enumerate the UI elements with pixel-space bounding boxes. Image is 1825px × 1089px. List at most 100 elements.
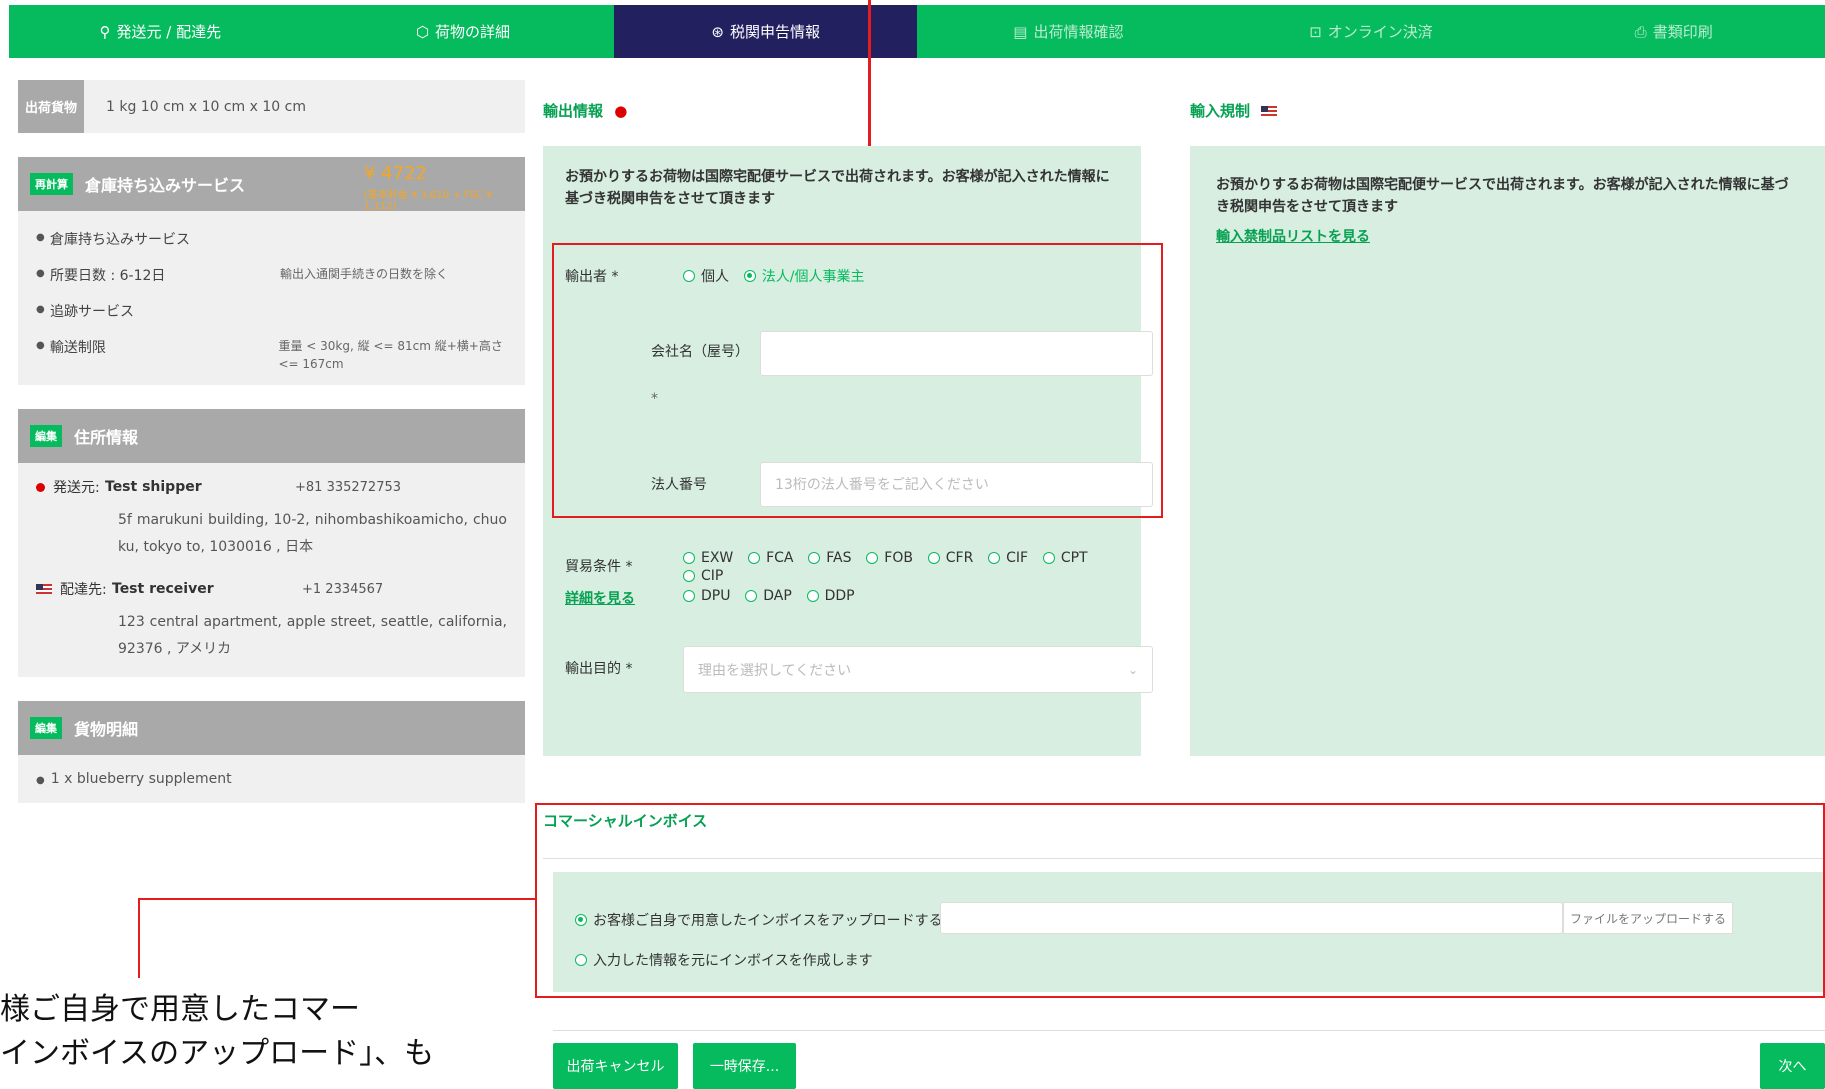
trade-term-dap-radio[interactable]: DAP	[745, 588, 792, 604]
radio-label: CIP	[701, 568, 724, 584]
japan-flag-icon	[36, 482, 45, 492]
trade-term-cif-radio[interactable]: CIF	[988, 550, 1028, 566]
next-button[interactable]: 次へ	[1760, 1043, 1825, 1089]
company-name-input[interactable]	[775, 345, 1138, 362]
address-card: 編集 住所情報 発送元: Test shipper +81 335272753 …	[18, 409, 525, 677]
radio-icon	[745, 590, 758, 602]
save-draft-button[interactable]: 一時保存...	[693, 1043, 796, 1089]
radio-label: FOB	[884, 550, 913, 566]
company-name-label: 会社名（屋号）	[651, 344, 749, 360]
trade-term-fas-radio[interactable]: FAS	[808, 550, 851, 566]
trade-term-exw-radio[interactable]: EXW	[683, 550, 733, 566]
radio-icon	[575, 914, 587, 926]
upload-file-button[interactable]: ファイルをアップロードする	[1563, 902, 1733, 934]
radio-label: EXW	[701, 550, 734, 566]
radio-icon	[683, 270, 695, 282]
step-shipper-receiver[interactable]: ⚲ 発送元 / 配達先	[9, 5, 312, 58]
goods-title: 貨物明細	[74, 720, 139, 739]
corp-number-label: 法人番号	[651, 477, 707, 493]
corp-number-input[interactable]	[775, 476, 1138, 493]
trade-term-fob-radio[interactable]: FOB	[866, 550, 913, 566]
radio-icon	[806, 590, 819, 602]
radio-icon	[683, 590, 695, 602]
prohibited-items-link[interactable]: 輸入禁制品リストを見る	[1216, 226, 1370, 246]
cancel-shipment-button[interactable]: 出荷キャンセル	[553, 1043, 678, 1089]
trade-term-cfr-radio[interactable]: CFR	[927, 550, 974, 566]
radio-label: DPU	[701, 588, 731, 604]
caption-line-1: 様ご自身で用意したコマー	[0, 992, 360, 1027]
bullet-icon: ●	[36, 340, 45, 351]
radio-icon	[988, 552, 1001, 564]
radio-label: DDP	[824, 588, 855, 604]
invoice-panel: お客様ご自身で用意したインボイスをアップロードする ファイルをアップロードする …	[553, 872, 1825, 992]
step-online-payment[interactable]: ⊡ オンライン決済	[1220, 5, 1523, 58]
shipper-label: 発送元:	[53, 480, 100, 496]
service-item-note: 輸出入通関手続きの日数を除く	[280, 267, 449, 281]
trade-term-cip-radio[interactable]: CIP	[683, 568, 723, 584]
invoice-upload-radio[interactable]: お客様ご自身で用意したインボイスをアップロードする	[575, 910, 943, 930]
export-purpose-label: 輸出目的 *	[565, 661, 633, 677]
export-description: お預かりするお荷物は国際宅配便サービスで出荷されます。お客様が記入された情報に基…	[565, 169, 1110, 207]
radio-label: DAP	[763, 588, 792, 604]
clipboard-icon: ▤	[1013, 22, 1028, 41]
radio-icon	[683, 570, 695, 582]
step-print-documents[interactable]: ⎙ 書類印刷	[1522, 5, 1825, 58]
bullet-icon: ●	[36, 232, 45, 243]
trade-terms-link-text: 詳細を見る	[565, 591, 635, 607]
edit-address-badge[interactable]: 編集	[30, 425, 62, 447]
step-package-details[interactable]: ⬡ 荷物の詳細	[312, 5, 615, 58]
export-info-panel: お預かりするお荷物は国際宅配便サービスで出荷されます。お客様が記入された情報に基…	[543, 146, 1153, 756]
shipper-name: Test shipper	[105, 479, 202, 495]
trade-terms-details-link[interactable]: 詳細を見る	[565, 588, 635, 608]
exporter-individual-radio[interactable]: 個人	[683, 266, 729, 286]
import-title-text: 輸入規制	[1190, 102, 1251, 120]
radio-label: 個人	[701, 269, 729, 285]
service-details: ● 倉庫持ち込みサービス ● 所要日数 : 6-12日 輸出入通関手続きの日数を除く …	[18, 211, 525, 385]
radio-label: CFR	[945, 550, 974, 566]
trade-term-dpu-radio[interactable]: DPU	[683, 588, 730, 604]
corp-number-field[interactable]	[760, 462, 1153, 507]
price-total: ¥ 4722	[364, 163, 427, 184]
radio-label: お客様ご自身で用意したインボイスをアップロードする	[593, 913, 943, 929]
japan-dot-icon: ●	[614, 102, 628, 120]
trade-terms-label: 貿易条件 *	[565, 559, 633, 575]
radio-label: FAS	[826, 550, 852, 566]
goods-item: 1 x blueberry supplement	[50, 771, 232, 787]
radio-label: CIF	[1006, 550, 1029, 566]
trade-term-ddp-radio[interactable]: DDP	[806, 588, 855, 604]
invoice-create-radio[interactable]: 入力した情報を元にインボイスを作成します	[575, 950, 873, 970]
exporter-corporate-radio[interactable]: 法人/個人事業主	[743, 266, 865, 286]
goods-card: 編集 貨物明細 ● 1 x blueberry supplement	[18, 701, 525, 803]
step-label: オンライン決済	[1327, 23, 1433, 41]
company-required-mark: *	[651, 391, 658, 407]
invoice-divider	[543, 858, 1825, 859]
radio-label: 入力した情報を元にインボイスを作成します	[593, 953, 873, 969]
bullet-icon: ●	[36, 304, 45, 315]
shipper-address: 発送元: Test shipper +81 335272753 5f maruk…	[18, 463, 525, 575]
invoice-file-field[interactable]	[940, 902, 1563, 934]
caption-line-2: インボイスのアップロード」、も	[0, 1036, 435, 1071]
service-item-label: 所要日数 : 6-12日	[50, 268, 166, 284]
radio-icon	[927, 552, 940, 564]
service-item: ● 所要日数 : 6-12日 輸出入通関手続きの日数を除く	[36, 257, 507, 293]
price-breakdown: (基本料金 ¥ 3,610 + FSC ¥ 1,112)	[364, 190, 493, 212]
service-price: ¥ 4722 (基本料金 ¥ 3,610 + FSC ¥ 1,112)	[364, 163, 525, 212]
export-purpose-select[interactable]: 理由を選択してください ⌄	[683, 646, 1153, 693]
edit-goods-badge[interactable]: 編集	[30, 717, 62, 739]
trade-terms-row-2: DPU DAP DDP	[683, 588, 865, 606]
exporter-radio-group: 個人 法人/個人事業主	[683, 266, 875, 286]
service-item-label: 輸送制限	[49, 340, 106, 356]
company-name-field[interactable]	[760, 331, 1153, 376]
footer-divider	[553, 1030, 1825, 1031]
trade-term-fca-radio[interactable]: FCA	[748, 550, 793, 566]
goods-list: ● 1 x blueberry supplement	[18, 755, 525, 803]
service-item-note: 重量 < 30kg, 縦 <= 81cm 縦+横+高さ <= 167cm	[278, 339, 503, 371]
import-regulation-panel: お預かりするお荷物は国際宅配便サービスで出荷されます。お客様が記入された情報に基…	[1190, 146, 1825, 756]
service-item: ● 倉庫持ち込みサービス	[36, 221, 507, 257]
step-confirm-shipment[interactable]: ▤ 出荷情報確認	[917, 5, 1220, 58]
receiver-name: Test receiver	[112, 581, 214, 597]
trade-term-cpt-radio[interactable]: CPT	[1042, 550, 1088, 566]
recalculate-badge[interactable]: 再計算	[30, 173, 73, 195]
step-customs-declaration[interactable]: ⊛ 税関申告情報	[614, 5, 918, 58]
radio-icon	[866, 552, 879, 564]
